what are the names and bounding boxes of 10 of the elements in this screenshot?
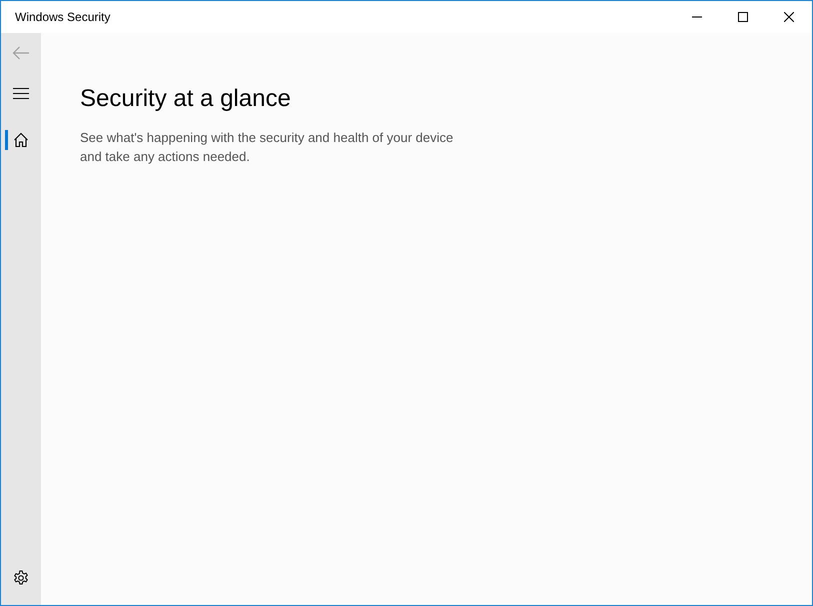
home-icon — [13, 132, 29, 148]
settings-icon — [13, 570, 29, 586]
selection-indicator — [5, 130, 8, 150]
close-icon — [784, 12, 794, 22]
page-heading: Security at a glance — [80, 85, 292, 114]
page-description: See what's happening with the security and health of your device and take any actions needed. — [80, 128, 454, 166]
menu-icon — [13, 88, 29, 98]
window-title: Windows Security — [14, 9, 112, 26]
back-arrow-icon — [12, 46, 30, 60]
maximize-icon — [738, 12, 748, 22]
